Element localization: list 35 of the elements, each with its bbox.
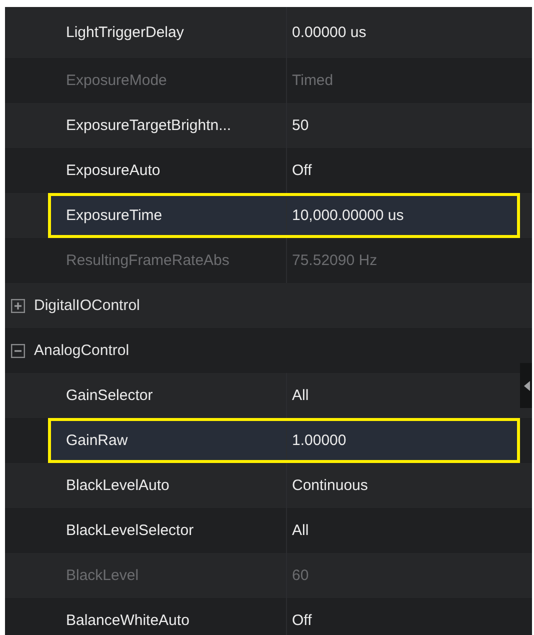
property-row[interactable]: BalanceWhiteAuto Off <box>48 598 520 635</box>
group-label: DigitalIOControl <box>34 297 140 314</box>
expand-icon[interactable] <box>11 298 25 312</box>
property-value: 75.52090 Hz <box>292 252 378 269</box>
property-value: All <box>292 522 309 539</box>
property-value: 60 <box>292 567 309 584</box>
property-value: 50 <box>292 117 309 134</box>
group-label: AnalogControl <box>34 342 130 359</box>
group-row[interactable]: DigitalIOControl <box>5 283 532 328</box>
property-name: BlackLevelSelector <box>66 522 194 539</box>
property-value: Off <box>292 612 312 629</box>
left-arrow-icon <box>524 380 530 390</box>
property-row[interactable]: GainRaw 1.00000 <box>48 418 520 463</box>
property-name: GainSelector <box>66 387 153 404</box>
property-value: Off <box>292 162 312 179</box>
property-value: Continuous <box>292 477 368 494</box>
property-value: 0.00000 us <box>292 24 366 41</box>
property-value: 1.00000 <box>292 432 346 449</box>
property-name: ExposureTargetBrightn... <box>66 117 232 134</box>
panel-toggle-button[interactable] <box>520 363 532 408</box>
group-row[interactable]: AnalogControl <box>5 328 532 373</box>
property-name: GainRaw <box>66 432 128 449</box>
property-name: BlackLevelAuto <box>66 477 170 494</box>
property-name: ExposureTime <box>66 207 162 224</box>
property-name: ExposureAuto <box>66 162 160 179</box>
property-name: BlackLevel <box>66 567 139 584</box>
collapse-icon[interactable] <box>11 344 25 358</box>
property-name: ResultingFrameRateAbs <box>66 252 230 269</box>
property-value: All <box>292 387 309 404</box>
property-name: ExposureMode <box>66 72 167 89</box>
property-value: 10,000.00000 us <box>292 207 404 224</box>
property-name: LightTriggerDelay <box>66 24 184 41</box>
property-name: BalanceWhiteAuto <box>66 612 190 629</box>
property-row[interactable]: ExposureTime 10,000.00000 us <box>48 193 520 238</box>
property-value: Timed <box>292 72 334 89</box>
